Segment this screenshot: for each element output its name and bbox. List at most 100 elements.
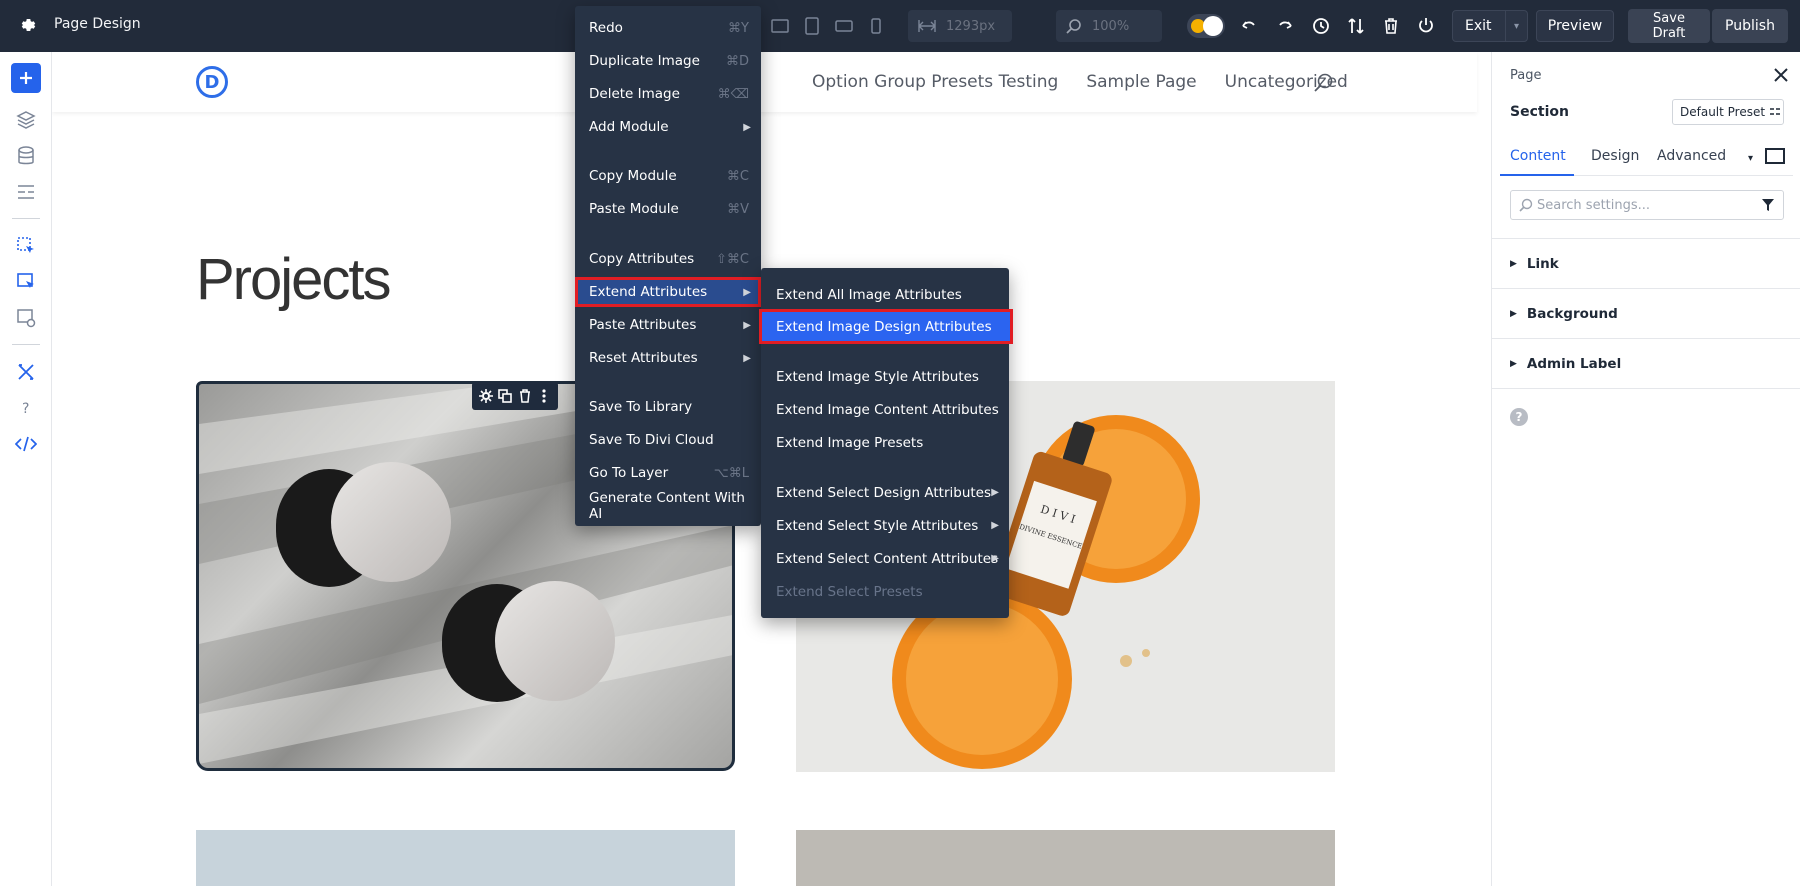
image-module-partial[interactable]: [196, 830, 735, 886]
menu-item-save-to-library[interactable]: Save To Library: [575, 392, 761, 422]
search-icon[interactable]: [1312, 72, 1334, 94]
sidebar-divider: [12, 218, 40, 219]
site-nav: Option Group Presets Testing Sample Page…: [812, 72, 1348, 92]
redo-icon[interactable]: [1273, 14, 1297, 38]
submenu-item-label: Extend Select Style Attributes: [776, 517, 979, 534]
code-icon[interactable]: [14, 432, 38, 456]
tab-advanced[interactable]: Advanced: [1657, 148, 1726, 164]
submenu-item-extend-all-image-attributes[interactable]: Extend All Image Attributes: [761, 279, 1009, 310]
module-delete-icon[interactable]: [516, 387, 534, 405]
filter-icon[interactable]: [1761, 197, 1775, 217]
menu-item-paste-attributes[interactable]: Paste Attributes ▶: [575, 310, 761, 340]
exit-button[interactable]: Exit ▾: [1452, 10, 1528, 42]
menu-item-duplicate-image[interactable]: Duplicate Image ⌘D: [575, 46, 761, 76]
submenu-item-extend-image-style-attributes[interactable]: Extend Image Style Attributes: [761, 361, 1009, 392]
sort-arrows-icon[interactable]: [1344, 14, 1368, 38]
history-icon[interactable]: [1309, 14, 1333, 38]
submenu-item-extend-select-style-attributes[interactable]: Extend Select Style Attributes ▶: [761, 510, 1009, 541]
panel-divider: [1492, 238, 1800, 239]
site-logo[interactable]: D: [196, 66, 228, 98]
menu-item-label: Copy Module: [589, 168, 677, 184]
expand-arrow-icon: ▶: [1510, 359, 1517, 369]
menu-item-copy-attributes[interactable]: Copy Attributes ⇧⌘C: [575, 244, 761, 274]
select-multiple-icon[interactable]: [14, 270, 38, 294]
desktop-view-icon[interactable]: [768, 14, 792, 38]
group-link[interactable]: ▶ Link: [1510, 256, 1559, 272]
group-admin-label[interactable]: ▶ Admin Label: [1510, 356, 1621, 372]
module-duplicate-icon[interactable]: [496, 387, 514, 405]
tabs-dropdown-caret-icon[interactable]: ▾: [1748, 153, 1753, 164]
menu-item-extend-attributes[interactable]: Extend Attributes ▶: [575, 277, 761, 307]
svg-text:?: ?: [22, 401, 29, 417]
sidebar-divider: [12, 344, 40, 345]
layout-icon[interactable]: [14, 180, 38, 204]
menu-item-paste-module[interactable]: Paste Module ⌘V: [575, 194, 761, 224]
menu-shortcut: ⌘Y: [728, 20, 749, 36]
submenu-item-extend-select-design-attributes[interactable]: Extend Select Design Attributes ▶: [761, 477, 1009, 508]
submenu-arrow-icon: ▶: [743, 352, 751, 364]
help-icon[interactable]: ?: [14, 396, 38, 420]
menu-item-label: Generate Content With AI: [589, 490, 745, 522]
menu-item-redo[interactable]: Redo ⌘Y: [575, 13, 761, 43]
submenu-arrow-icon: ▶: [991, 553, 999, 564]
menu-item-label: Extend Attributes: [589, 284, 708, 300]
gear-icon[interactable]: [14, 12, 40, 38]
menu-item-add-module[interactable]: Add Module ▶: [575, 112, 761, 142]
panel-breadcrumb[interactable]: Page: [1510, 68, 1541, 83]
close-icon[interactable]: [1772, 66, 1790, 84]
submenu-item-extend-image-content-attributes[interactable]: Extend Image Content Attributes: [761, 394, 1009, 425]
nav-link-sample-page[interactable]: Sample Page: [1086, 72, 1196, 92]
settings-search-input[interactable]: Search settings...: [1510, 190, 1784, 220]
expand-arrow-icon: ▶: [1510, 259, 1517, 269]
database-icon[interactable]: [14, 144, 38, 168]
menu-item-copy-module[interactable]: Copy Module ⌘C: [575, 161, 761, 191]
menu-item-reset-attributes[interactable]: Reset Attributes ▶: [575, 343, 761, 373]
search-placeholder: Search settings...: [1537, 197, 1651, 213]
undo-icon[interactable]: [1237, 14, 1261, 38]
theme-toggle[interactable]: [1187, 14, 1225, 38]
submenu-item-extend-image-design-attributes[interactable]: Extend Image Design Attributes: [759, 309, 1013, 344]
add-icon[interactable]: [11, 63, 41, 93]
panel-divider: [1492, 338, 1800, 339]
preset-dropdown[interactable]: Default Preset: [1672, 99, 1784, 125]
help-icon[interactable]: ?: [1510, 408, 1528, 426]
image-module-partial[interactable]: [796, 830, 1335, 886]
preview-button[interactable]: Preview: [1536, 10, 1614, 42]
menu-item-delete-image[interactable]: Delete Image ⌘⌫: [575, 79, 761, 109]
panel-divider: [1492, 288, 1800, 289]
group-background[interactable]: ▶ Background: [1510, 306, 1618, 322]
module-more-icon[interactable]: [535, 387, 553, 405]
layers-icon[interactable]: [14, 108, 38, 132]
panel-section-label: Section: [1510, 104, 1569, 120]
search-icon: [1519, 198, 1533, 212]
save-draft-button[interactable]: Save Draft: [1628, 9, 1710, 43]
menu-item-label: Go To Layer: [589, 465, 669, 481]
submenu-item-extend-image-presets[interactable]: Extend Image Presets: [761, 427, 1009, 458]
nav-link-option-group-presets-testing[interactable]: Option Group Presets Testing: [812, 72, 1058, 92]
active-tab-indicator: [1500, 174, 1574, 176]
panel-view-toggle-icon[interactable]: [1765, 148, 1785, 168]
tab-content[interactable]: Content: [1510, 148, 1566, 164]
zoom-field[interactable]: 100%: [1056, 10, 1162, 42]
panel-divider: [1492, 388, 1800, 389]
exit-dropdown-caret-icon[interactable]: ▾: [1505, 11, 1527, 41]
menu-item-generate-content-ai[interactable]: Generate Content With AI: [575, 490, 761, 522]
module-settings-gear-icon[interactable]: [477, 387, 495, 405]
submenu-item-extend-select-content-attributes[interactable]: Extend Select Content Attributes ▶: [761, 543, 1009, 574]
publish-button[interactable]: Publish: [1712, 9, 1788, 43]
tablet-view-icon[interactable]: [800, 14, 824, 38]
panel-tabs: Content Design Advanced ▾: [1500, 140, 1793, 176]
canvas-width-field[interactable]: 1293px: [908, 10, 1012, 42]
menu-item-save-to-divi-cloud[interactable]: Save To Divi Cloud: [575, 425, 761, 455]
menu-item-go-to-layer[interactable]: Go To Layer ⌥⌘L: [575, 458, 761, 488]
trash-icon[interactable]: [1379, 14, 1403, 38]
page-settings-icon[interactable]: [14, 306, 38, 330]
tools-icon[interactable]: [14, 360, 38, 384]
expand-arrow-icon: ▶: [1510, 309, 1517, 319]
tablet-landscape-view-icon[interactable]: [832, 14, 856, 38]
tab-design[interactable]: Design: [1591, 148, 1639, 164]
power-icon[interactable]: [1414, 14, 1438, 38]
zoom-search-icon: [1066, 19, 1081, 34]
phone-view-icon[interactable]: [864, 14, 888, 38]
select-module-icon[interactable]: [14, 234, 38, 258]
